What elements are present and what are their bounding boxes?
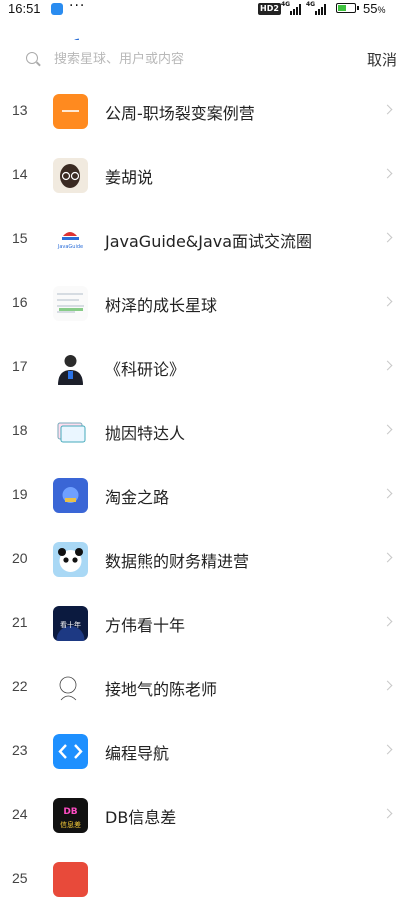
list-item[interactable]: 20 数据熊的财务精进营 [0, 528, 411, 592]
search-icon [26, 52, 38, 64]
chevron-right-icon [382, 360, 393, 371]
clock: 16:51 [8, 1, 41, 16]
chevron-right-icon [382, 168, 393, 179]
list-item[interactable]: 16 树泽的成长星球 [0, 272, 411, 336]
planet-name: 抛因特达人 [105, 424, 186, 443]
battery-percent: 55% [363, 1, 386, 16]
signal-2-icon: 4G [306, 1, 328, 15]
svg-text:DB: DB [63, 807, 77, 817]
rank-number: 23 [12, 742, 28, 758]
planet-name: 公周-职场裂变案例营 [105, 104, 255, 123]
chevron-right-icon [382, 296, 393, 307]
rank-number: 25 [12, 870, 28, 886]
planet-name: DB信息差 [105, 808, 177, 827]
planet-avatar [53, 478, 88, 513]
planet-avatar: 看十年 [53, 606, 88, 641]
list-item[interactable]: 17 《科研论》 [0, 336, 411, 400]
rank-number: 19 [12, 486, 28, 502]
planet-name: 淘金之路 [105, 488, 170, 507]
rank-number: 24 [12, 806, 28, 822]
planet-avatar [53, 286, 88, 321]
planet-avatar [53, 862, 88, 897]
planet-avatar [53, 158, 88, 193]
notification-app-icon [51, 3, 63, 15]
svg-text:看十年: 看十年 [60, 620, 81, 629]
rank-number: 15 [12, 230, 28, 246]
list-item[interactable]: 21 看十年 方伟看十年 [0, 592, 411, 656]
rank-number: 18 [12, 422, 28, 438]
list-item[interactable]: 22 接地气的陈老师 [0, 656, 411, 720]
search-bar: 取消 [0, 40, 411, 80]
chevron-right-icon [382, 552, 393, 563]
planet-avatar [53, 350, 88, 385]
list-item[interactable]: 24 DB 信息差 DB信息差 [0, 784, 411, 848]
list-item[interactable]: 19 淘金之路 [0, 464, 411, 528]
rank-number: 16 [12, 294, 28, 310]
planet-avatar [53, 542, 88, 577]
list-item[interactable]: 18 抛因特达人 [0, 400, 411, 464]
rank-number: 22 [12, 678, 28, 694]
planet-avatar [53, 670, 88, 705]
list-item[interactable]: 15 JavaGuide JavaGuide&Java面试交流圈 [0, 208, 411, 272]
planet-avatar: DB 信息差 [53, 798, 88, 833]
search-box[interactable] [12, 40, 352, 78]
chevron-right-icon [382, 808, 393, 819]
list-item[interactable]: 25 [0, 848, 411, 912]
planet-name: 姜胡说 [105, 168, 154, 187]
planet-name: 树泽的成长星球 [105, 296, 218, 315]
list-item[interactable]: 14 姜胡说 [0, 144, 411, 208]
chevron-right-icon [382, 744, 393, 755]
planet-name: 数据熊的财务精进营 [105, 552, 250, 571]
planet-avatar: JavaGuide [53, 222, 88, 257]
planet-name: 方伟看十年 [105, 616, 186, 635]
signal-1-icon: 4G [281, 1, 303, 15]
svg-text:信息差: 信息差 [60, 820, 81, 829]
rank-number: 20 [12, 550, 28, 566]
chevron-right-icon [382, 488, 393, 499]
rank-number: 14 [12, 166, 28, 182]
chevron-right-icon [382, 424, 393, 435]
chevron-right-icon [382, 104, 393, 115]
planet-avatar [53, 734, 88, 769]
planet-name: JavaGuide&Java面试交流圈 [105, 232, 313, 251]
svg-text:JavaGuide: JavaGuide [57, 244, 83, 250]
planet-name: 《科研论》 [105, 360, 186, 379]
search-input[interactable] [54, 49, 344, 69]
list-item[interactable]: 13 公周-职场裂变案例营 [0, 80, 411, 144]
planet-avatar [53, 94, 88, 129]
chevron-right-icon [382, 616, 393, 627]
battery-icon [336, 3, 359, 13]
rank-number: 17 [12, 358, 28, 374]
chevron-right-icon [382, 680, 393, 691]
rank-number: 21 [12, 614, 28, 630]
hd-network-badge: HD2 [258, 3, 281, 15]
planet-avatar [53, 414, 88, 449]
planet-name: 编程导航 [105, 744, 170, 763]
chevron-right-icon [382, 232, 393, 243]
list-item[interactable]: 23 编程导航 [0, 720, 411, 784]
cancel-button[interactable]: 取消 [367, 49, 397, 70]
rank-number: 13 [12, 102, 28, 118]
more-notifications-icon: ··· [69, 0, 86, 14]
planet-name: 接地气的陈老师 [105, 680, 218, 699]
